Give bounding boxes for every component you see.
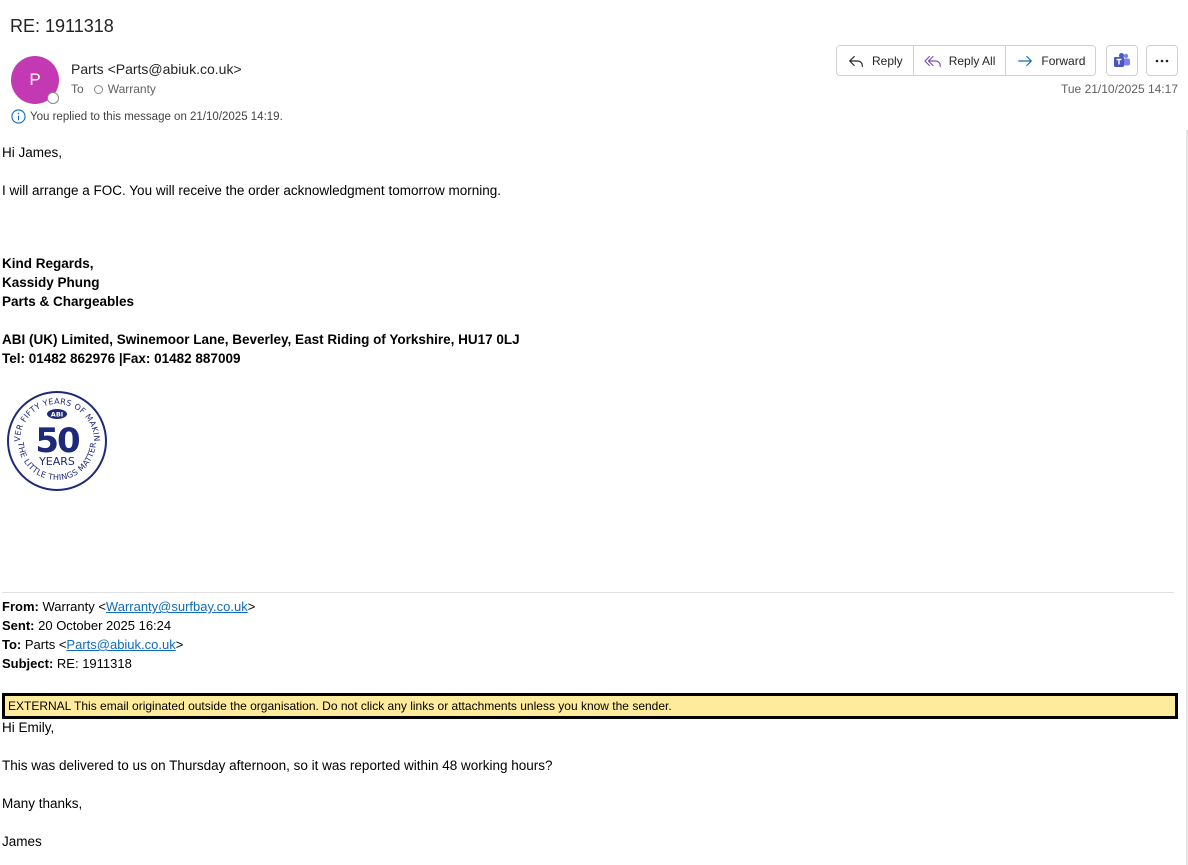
quoted-to-email-link[interactable]: Parts@abiuk.co.uk — [66, 637, 175, 652]
body-line: I will arrange a FOC. You will receive t… — [2, 183, 501, 198]
email-subject: RE: 1911318 — [10, 16, 114, 36]
quoted-sent: Sent: 20 October 2025 16:24 — [2, 618, 172, 633]
more-icon — [1155, 59, 1169, 62]
signature-address: ABI (UK) Limited, Swinemoor Lane, Beverl… — [2, 332, 520, 347]
teams-button[interactable] — [1106, 45, 1138, 76]
signature-name: Kassidy Phung — [2, 275, 100, 290]
forward-button[interactable]: Forward — [1005, 46, 1096, 75]
signature-phone: Tel: 01482 862976 |Fax: 01482 887009 — [2, 351, 241, 366]
quoted-greeting: Hi Emily, — [2, 720, 55, 735]
quoted-body-line: This was delivered to us on Thursday aft… — [2, 758, 553, 773]
quoted-signature: James — [2, 834, 42, 849]
quoted-from-email-link[interactable]: Warranty@surfbay.co.uk — [106, 599, 248, 614]
quoted-to: To: Parts <Parts@abiuk.co.uk> — [2, 637, 184, 652]
signature-closing: Kind Regards, — [2, 256, 94, 271]
greeting: Hi James, — [2, 145, 63, 160]
reply-all-button[interactable]: Reply All — [912, 46, 1006, 75]
quoted-divider — [2, 592, 1174, 593]
sender-name[interactable]: Parts <Parts@abiuk.co.uk> — [71, 61, 242, 77]
reply-icon — [849, 55, 863, 67]
forward-label: Forward — [1041, 53, 1086, 68]
quoted-subject: Subject: RE: 1911318 — [2, 656, 132, 671]
recipient-presence-icon — [93, 84, 103, 94]
svg-text:YEARS: YEARS — [38, 455, 75, 468]
replied-notice: You replied to this message on 21/10/202… — [11, 109, 283, 124]
info-icon — [11, 109, 26, 124]
avatar-letter: P — [29, 70, 41, 89]
quoted-closing: Many thanks, — [2, 796, 83, 811]
recipient-line: To Warranty — [71, 82, 156, 96]
external-warning-banner: EXTERNAL This email originated outside t… — [2, 693, 1178, 719]
teams-icon — [1114, 52, 1130, 67]
abi-50-years-logo: OVER FIFTY YEARS OF MAKING THE LITTLE TH… — [6, 390, 107, 491]
message-actions: Reply Reply All Forward — [836, 45, 1097, 77]
message-date: Tue 21/10/2025 14:17 — [1061, 82, 1178, 96]
presence-status-icon — [47, 92, 59, 104]
svg-text:ABI: ABI — [51, 411, 63, 419]
reply-all-icon — [924, 55, 941, 67]
reply-button[interactable]: Reply — [837, 46, 913, 75]
more-actions-button[interactable] — [1146, 45, 1178, 76]
reply-button-group: Reply Reply All Forward — [836, 45, 1097, 76]
replied-notice-text: You replied to this message on 21/10/202… — [30, 110, 283, 123]
to-label: To — [71, 82, 84, 96]
recipient-name[interactable]: Warranty — [108, 82, 156, 96]
reply-all-label: Reply All — [948, 53, 996, 68]
quoted-from: From: Warranty <Warranty@surfbay.co.uk> — [2, 599, 256, 614]
reply-label: Reply — [872, 53, 903, 68]
signature-department: Parts & Chargeables — [2, 294, 135, 309]
forward-icon — [1018, 55, 1033, 66]
